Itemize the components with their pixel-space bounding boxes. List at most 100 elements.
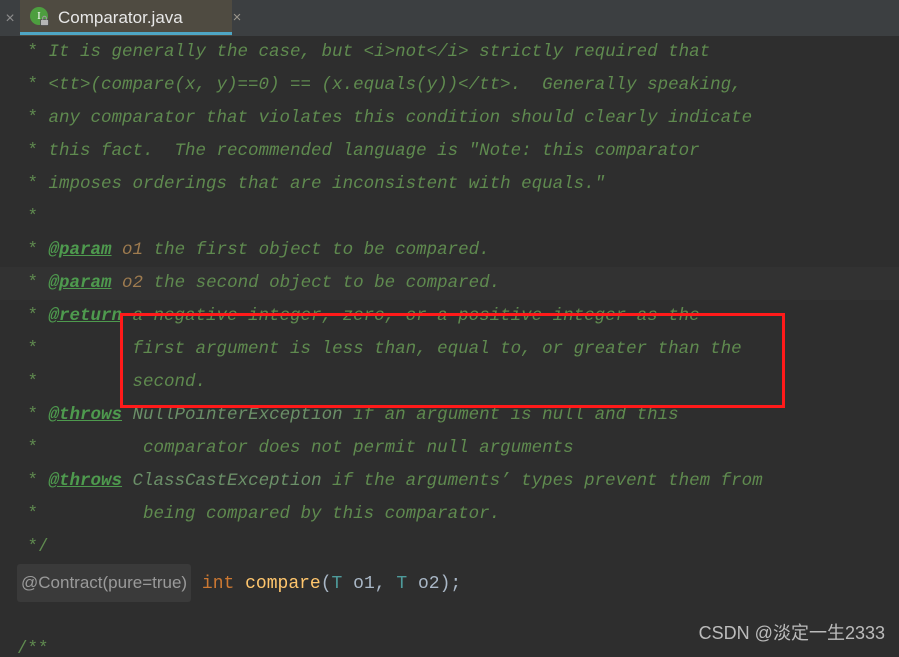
code-line-text: * any comparator that violates this cond… xyxy=(17,102,753,135)
token-jd-star: * xyxy=(17,339,133,359)
token-jd-star: * xyxy=(17,471,49,491)
token-jd-star: * xyxy=(17,207,39,227)
close-icon-left[interactable]: × xyxy=(0,10,20,28)
code-line: * first argument is less than, equal to,… xyxy=(0,333,899,366)
token-jd: It is generally the case, but <i>not</i>… xyxy=(48,42,711,62)
code-line: * comparator does not permit null argume… xyxy=(0,432,899,465)
code-line-text: * xyxy=(17,201,39,234)
token-jd-star: * xyxy=(17,174,49,194)
token-kw: int xyxy=(201,574,235,594)
active-tab-underline xyxy=(20,32,232,35)
code-line-text: * being compared by this comparator. xyxy=(17,498,501,531)
token-jd-tag[interactable]: @throws xyxy=(49,405,123,425)
token-gen: T xyxy=(331,574,343,594)
code-line: * xyxy=(0,201,899,234)
code-line-text: * this fact. The recommended language is… xyxy=(17,135,700,168)
token-jd: <tt>(compare(x, y)==0) == (x.equals(y))<… xyxy=(48,75,742,95)
code-line: * @throws NullPointerException if an arg… xyxy=(0,399,899,432)
method-signature-line: @Contract(pure=true) int compare(T o1, T… xyxy=(0,564,899,602)
token-jd xyxy=(112,240,123,260)
token-jd xyxy=(122,405,133,425)
token-jd-tag[interactable]: @return xyxy=(49,306,123,326)
csdn-watermark: CSDN @淡定一生2333 xyxy=(698,623,885,643)
token-jd: a negative integer, zero, or a positive … xyxy=(122,306,700,326)
token-jd-tag[interactable]: @throws xyxy=(49,471,123,491)
token-jd xyxy=(112,273,123,293)
token-jd-star: * xyxy=(17,504,133,524)
code-line-text: * @return a negative integer, zero, or a… xyxy=(17,300,700,333)
code-line-text: * @param o2 the second object to be comp… xyxy=(17,267,501,300)
close-icon-tab[interactable]: × xyxy=(228,9,246,27)
lock-badge-icon xyxy=(40,15,49,26)
token-jd-type: NullPointerException xyxy=(132,405,343,425)
code-editor-area[interactable]: * It is generally the case, but <i>not</… xyxy=(0,36,899,657)
token-jd-star: */ xyxy=(17,537,49,557)
token-jd-param: o2 xyxy=(122,273,144,293)
token-punc: , xyxy=(374,574,397,594)
token-punc: ); xyxy=(439,574,462,594)
token-jd: imposes orderings that are inconsistent … xyxy=(48,174,606,194)
token-jd-star: * xyxy=(17,306,49,326)
tab-comparator-java[interactable]: I Comparator.java × xyxy=(20,0,241,36)
token-punc xyxy=(234,574,245,594)
token-jd: this fact. The recommended language is ″… xyxy=(48,141,700,161)
code-line-text: * first argument is less than, equal to,… xyxy=(17,333,742,366)
token-jd: first argument is less than, equal to, o… xyxy=(132,339,742,359)
token-jd-star: * xyxy=(17,438,133,458)
code-line: * @param o2 the second object to be comp… xyxy=(0,267,899,300)
token-jd: the first object to be compared. xyxy=(143,240,490,260)
token-jd: the second object to be compared. xyxy=(143,273,501,293)
editor-tab-bar: × I Comparator.java × xyxy=(0,0,899,36)
code-line: * <tt>(compare(x, y)==0) == (x.equals(y)… xyxy=(0,69,899,102)
code-line: * @param o1 the first object to be compa… xyxy=(0,234,899,267)
token-jd: second. xyxy=(132,372,207,392)
token-jd: if an argument is null and this xyxy=(342,405,679,425)
token-jd-star: * xyxy=(17,240,49,260)
code-line: * @return a negative integer, zero, or a… xyxy=(0,300,899,333)
token-jd-param: o1 xyxy=(122,240,144,260)
code-line: * It is generally the case, but <i>not</… xyxy=(0,36,899,69)
code-line: * imposes orderings that are inconsisten… xyxy=(0,168,899,201)
code-line-text: * <tt>(compare(x, y)==0) == (x.equals(y)… xyxy=(17,69,742,102)
code-line-text: * @throws NullPointerException if an arg… xyxy=(17,399,679,432)
code-line: * this fact. The recommended language is… xyxy=(0,135,899,168)
token-jd-tag[interactable]: @param xyxy=(49,273,112,293)
method-signature-text: @Contract(pure=true) int compare(T o1, T… xyxy=(17,564,461,602)
token-jd-star: * xyxy=(17,141,49,161)
code-line: * being compared by this comparator. xyxy=(0,498,899,531)
code-line-text: */ xyxy=(17,531,49,564)
token-jd-star: * xyxy=(17,273,49,293)
code-line: * second. xyxy=(0,366,899,399)
code-line-text: /** xyxy=(17,639,49,657)
code-line: */ xyxy=(0,531,899,564)
code-line-text: * second. xyxy=(17,366,207,399)
token-jd-star: * xyxy=(17,405,49,425)
token-ident: o2 xyxy=(407,574,440,594)
token-jd-type: ClassCastException xyxy=(132,471,322,491)
tab-title-label: Comparator.java xyxy=(58,8,183,27)
interface-icon: I xyxy=(30,7,52,29)
token-ident: o1 xyxy=(342,574,375,594)
token-jd: if the arguments’ types prevent them fro… xyxy=(321,471,763,491)
ide-window: × I Comparator.java × * It is generally … xyxy=(0,0,899,657)
token-jd-star: * xyxy=(17,108,49,128)
token-jd xyxy=(122,471,133,491)
token-jd: comparator does not permit null argument… xyxy=(132,438,574,458)
token-jd-star: * xyxy=(17,372,133,392)
code-line: * @throws ClassCastException if the argu… xyxy=(0,465,899,498)
contract-inlay-hint[interactable]: @Contract(pure=true) xyxy=(17,564,192,602)
token-punc: ( xyxy=(320,574,332,594)
code-line-text: * It is generally the case, but <i>not</… xyxy=(17,36,711,69)
token-jd-star: * xyxy=(17,42,49,62)
token-mth: compare xyxy=(245,574,321,594)
code-line: * any comparator that violates this cond… xyxy=(0,102,899,135)
token-gen: T xyxy=(396,574,408,594)
token-jd: being compared by this comparator. xyxy=(132,504,501,524)
token-jd-star: * xyxy=(17,75,49,95)
code-line-text: * @throws ClassCastException if the argu… xyxy=(17,465,763,498)
token-jd-tag[interactable]: @param xyxy=(49,240,112,260)
code-content: * It is generally the case, but <i>not</… xyxy=(0,36,899,657)
token-jd: any comparator that violates this condit… xyxy=(48,108,753,128)
code-line-text: * comparator does not permit null argume… xyxy=(17,432,574,465)
